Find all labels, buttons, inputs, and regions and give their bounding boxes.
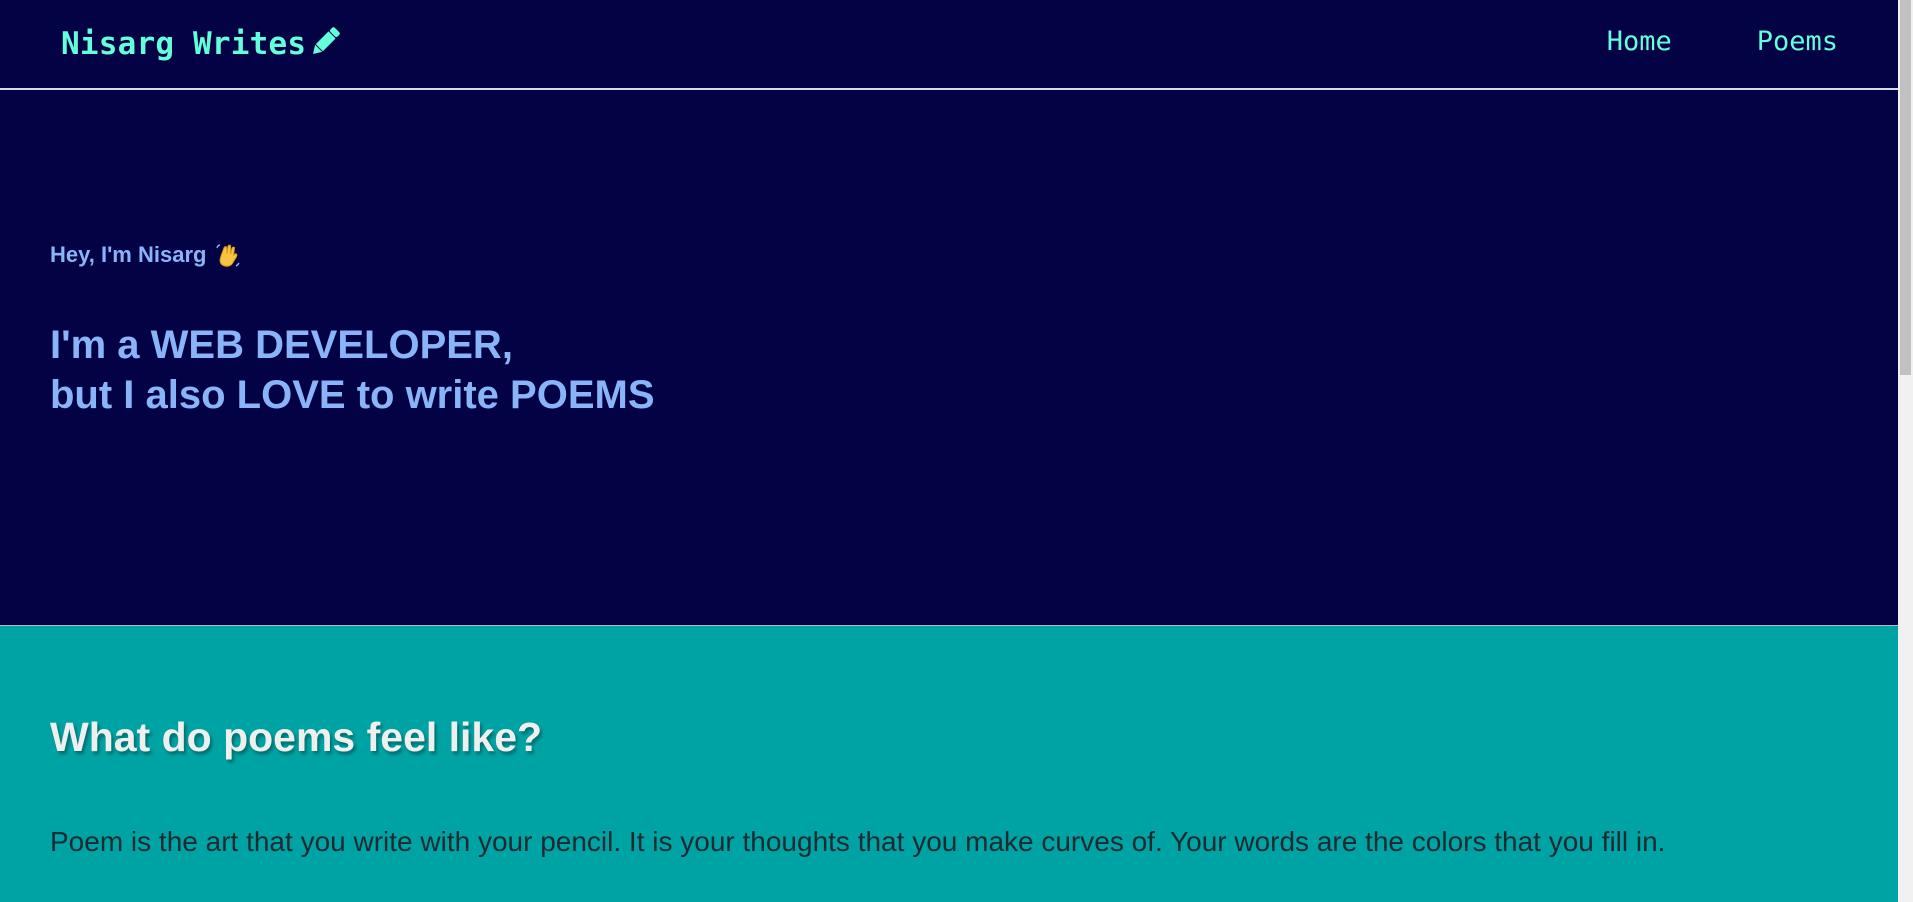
nav-poems-link[interactable]: Poems <box>1757 26 1838 57</box>
greeting-text: Hey, I'm Nisarg <box>50 242 207 267</box>
brand-link[interactable]: Nisarg Writes <box>61 26 344 62</box>
hero-headline: I'm a WEB DEVELOPER, but I also LOVE to … <box>50 320 655 420</box>
vertical-scrollbar[interactable] <box>1898 0 1913 902</box>
brand-name: Nisarg Writes <box>61 26 307 62</box>
viewport: Nisarg Writes Home Poems Hey, I'm Nisarg… <box>0 0 1913 902</box>
greeting: Hey, I'm Nisarg <box>50 242 241 268</box>
nav-home-link[interactable]: Home <box>1607 26 1672 57</box>
hero-section: Hey, I'm Nisarg I'm a WEB DEVELOPER, but… <box>0 90 1898 626</box>
about-title: What do poems feel like? <box>50 714 543 760</box>
page: Nisarg Writes Home Poems Hey, I'm Nisarg… <box>0 0 1898 902</box>
about-section: What do poems feel like? Poem is the art… <box>0 626 1898 902</box>
pencil-icon <box>306 23 344 61</box>
about-text: Poem is the art that you write with your… <box>50 826 1666 857</box>
headline-line-2: but I also LOVE to write POEMS <box>50 373 655 417</box>
scrollbar-thumb[interactable] <box>1900 0 1911 375</box>
headline-line-1: I'm a WEB DEVELOPER, <box>50 323 513 367</box>
waving-hand-icon <box>215 242 241 268</box>
nav-links: Home Poems <box>1522 26 1838 57</box>
navbar: Nisarg Writes Home Poems <box>0 0 1898 90</box>
